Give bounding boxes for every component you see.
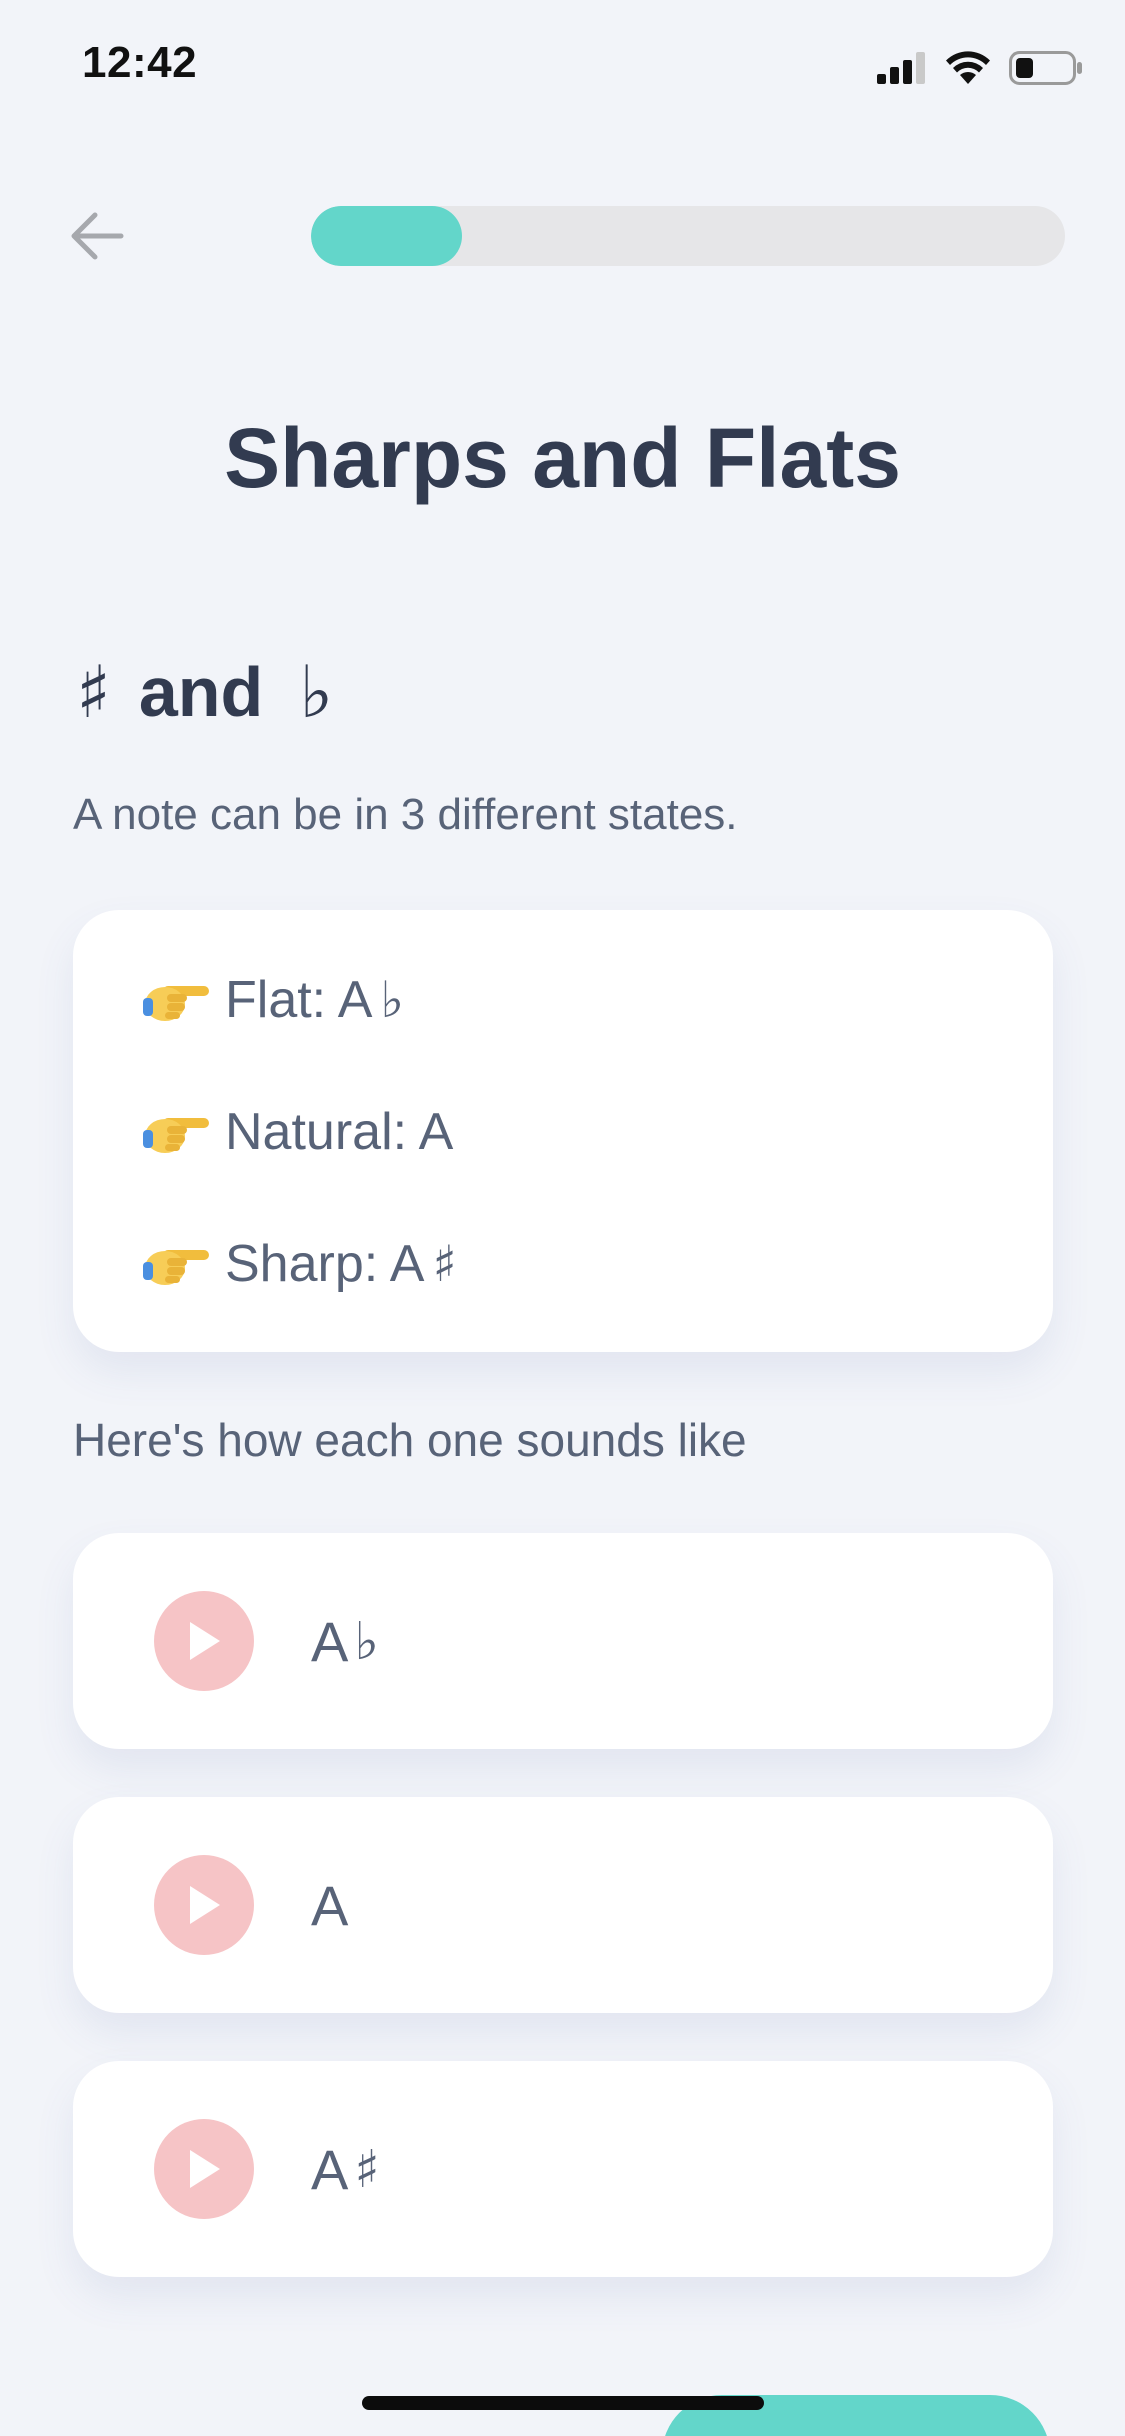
sounds-heading: Here's how each one sounds like: [73, 1414, 747, 1466]
back-button[interactable]: [62, 206, 132, 266]
play-button[interactable]: [154, 1591, 254, 1691]
sound-note: A: [311, 2138, 349, 2201]
battery-icon: [1009, 51, 1082, 85]
sound-note: A: [311, 1610, 349, 1673]
sound-card-a-flat[interactable]: A ♭: [73, 1533, 1053, 1749]
screen: 12:42 Sharps and Flats ♯ and ♭ A note ca…: [0, 0, 1125, 2436]
play-button[interactable]: [154, 2119, 254, 2219]
states-card: Flat: A ♭ Natural: A Sharp: A ♯: [73, 910, 1053, 1352]
state-label: Flat: A: [225, 971, 373, 1029]
home-indicator: [362, 2396, 764, 2410]
sound-card-a-sharp[interactable]: A ♯: [73, 2061, 1053, 2277]
play-icon: [190, 1886, 220, 1924]
lesson-progress-fill: [311, 206, 462, 266]
state-symbol: ♯: [432, 1235, 457, 1293]
state-item-natural: Natural: A: [141, 1102, 453, 1162]
pointing-hand-icon: [143, 1118, 209, 1153]
sound-note: A: [311, 1874, 349, 1937]
sound-symbol: ♯: [354, 2139, 380, 2200]
status-icons: [877, 48, 1083, 88]
play-icon: [190, 2150, 220, 2188]
pointing-hand-icon: [143, 1250, 209, 1285]
intro-text: A note can be in 3 different states.: [73, 790, 738, 839]
state-label: Sharp: A: [225, 1235, 425, 1293]
state-item-flat: Flat: A ♭: [141, 970, 404, 1030]
sound-symbol: ♭: [354, 1611, 379, 1672]
state-item-sharp: Sharp: A ♯: [141, 1234, 457, 1294]
status-time: 12:42: [82, 38, 198, 87]
state-symbol: ♭: [380, 971, 404, 1029]
sharp-symbol: ♯: [76, 650, 111, 734]
sound-card-a-natural[interactable]: A: [73, 1797, 1053, 2013]
sound-label: A ♭: [311, 1609, 379, 1674]
section-heading: ♯ and ♭: [76, 650, 333, 734]
lesson-progress-bar: [311, 206, 1065, 266]
sound-label: A ♯: [311, 2137, 380, 2202]
wifi-icon: [946, 51, 990, 84]
page-title: Sharps and Flats: [224, 411, 901, 505]
arrow-left-icon: [71, 212, 124, 260]
flat-symbol: ♭: [299, 650, 334, 734]
play-button[interactable]: [154, 1855, 254, 1955]
pointing-hand-icon: [143, 986, 209, 1021]
sound-label: A: [311, 1873, 348, 1938]
play-icon: [190, 1622, 220, 1660]
cellular-signal-icon: [877, 52, 925, 84]
state-label: Natural: A: [225, 1103, 454, 1161]
section-heading-connector: and: [138, 653, 264, 731]
